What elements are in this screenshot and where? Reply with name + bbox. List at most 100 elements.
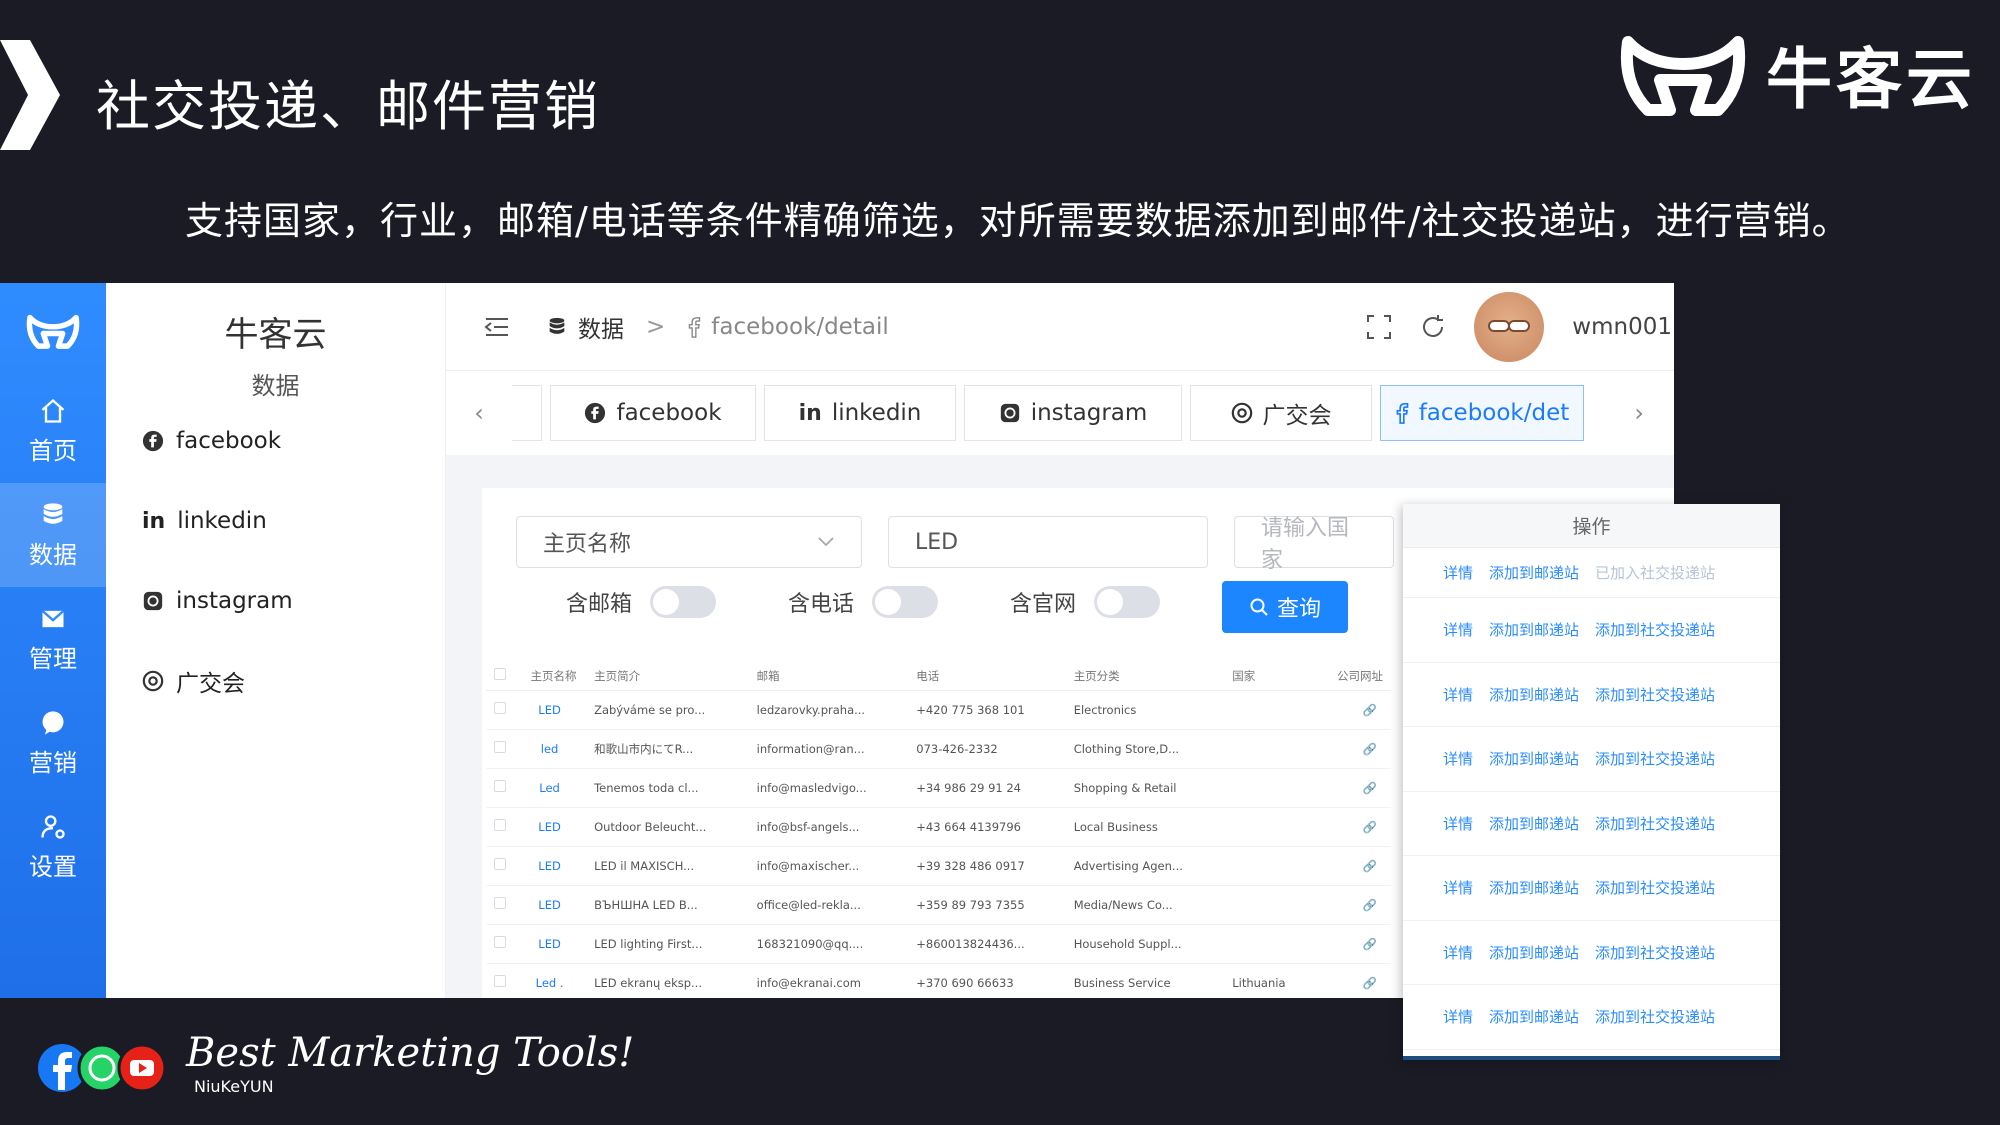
tab-instagram[interactable]: instagram xyxy=(964,385,1182,441)
website-link-icon[interactable]: 🔗 xyxy=(1307,924,1391,964)
side-menu: 牛客云 数据 facebook in linkedin instagram 广交… xyxy=(106,283,446,998)
row-checkbox[interactable] xyxy=(486,807,514,847)
operations-row: 详情 添加到邮递站 添加到社交投递站 xyxy=(1403,985,1780,1050)
website-link-icon[interactable]: 🔗 xyxy=(1307,885,1391,925)
rail-item-marketing[interactable]: 营销 xyxy=(0,691,106,795)
rail-item-settings[interactable]: 设置 xyxy=(0,795,106,899)
tab-blank[interactable] xyxy=(512,385,542,441)
add-to-social-link[interactable]: 添加到社交投递站 xyxy=(1595,877,1715,898)
tab-scroll-left-icon[interactable]: ‹ xyxy=(446,399,512,427)
side-item-linkedin[interactable]: in linkedin xyxy=(142,481,445,561)
table-row[interactable]: LED Zabýváme se pro... ledzarovky.praha...… xyxy=(486,690,1391,730)
search-icon xyxy=(1250,598,1268,616)
chat-icon xyxy=(42,710,64,735)
page-name-link[interactable]: Led . xyxy=(513,963,587,998)
page-name-link[interactable]: LED xyxy=(513,807,587,847)
website-link-icon[interactable]: 🔗 xyxy=(1307,807,1391,847)
facebook-f-icon xyxy=(1396,403,1409,424)
table-row[interactable]: Led . LED ekranų eksp... info@ekranai.com +… xyxy=(486,963,1391,998)
add-to-mail-link[interactable]: 添加到邮递站 xyxy=(1489,877,1579,898)
tab-canton-fair[interactable]: 广交会 xyxy=(1190,385,1372,441)
has-email-toggle[interactable] xyxy=(650,586,717,618)
fullscreen-icon[interactable] xyxy=(1366,314,1392,340)
row-checkbox[interactable] xyxy=(486,963,514,998)
website-link-icon[interactable]: 🔗 xyxy=(1307,768,1391,808)
country-input[interactable]: 请输入国家 xyxy=(1234,516,1394,573)
detail-link[interactable]: 详情 xyxy=(1443,877,1473,898)
operations-row: 详情 添加到邮递站 已加入社交投递站 xyxy=(1403,548,1780,598)
add-to-social-link[interactable]: 添加到社交投递站 xyxy=(1595,813,1715,834)
add-to-mail-link[interactable]: 添加到邮递站 xyxy=(1489,562,1579,583)
add-to-mail-link[interactable]: 添加到邮递站 xyxy=(1489,813,1579,834)
table-row[interactable]: LED Outdoor Beleucht... info@bsf-angels...… xyxy=(486,807,1391,847)
add-to-mail-link[interactable]: 添加到邮递站 xyxy=(1489,748,1579,769)
breadcrumb-data[interactable]: 数据 xyxy=(578,310,624,344)
detail-link[interactable]: 详情 xyxy=(1443,684,1473,705)
page-name-link[interactable]: LED xyxy=(513,885,587,925)
linkedin-icon: in xyxy=(798,400,822,426)
add-to-social-link[interactable]: 添加到社交投递站 xyxy=(1595,684,1715,705)
website-link-icon[interactable]: 🔗 xyxy=(1307,729,1391,769)
breadcrumb-separator: > xyxy=(646,313,666,340)
row-checkbox[interactable] xyxy=(486,885,514,925)
add-to-social-link[interactable]: 添加到社交投递站 xyxy=(1595,942,1715,963)
has-website-label: 含官网 xyxy=(1010,592,1077,617)
tab-linkedin[interactable]: in linkedin xyxy=(764,385,956,441)
side-item-canton-fair[interactable]: 广交会 xyxy=(142,641,445,721)
operations-row: 详情 添加到邮递站 添加到社交投递站 xyxy=(1403,792,1780,856)
page-name-link[interactable]: led xyxy=(513,729,587,769)
page-name-link[interactable]: LED xyxy=(513,846,587,886)
side-item-facebook[interactable]: facebook xyxy=(142,401,445,481)
has-website-toggle[interactable] xyxy=(1094,586,1161,618)
avatar[interactable] xyxy=(1474,292,1545,362)
rail-item-home[interactable]: 首页 xyxy=(0,379,106,483)
header-checkbox[interactable] xyxy=(486,662,514,691)
detail-link[interactable]: 详情 xyxy=(1443,1006,1473,1027)
keyword-input[interactable]: LED xyxy=(888,516,1208,568)
tab-scroll-right-icon[interactable]: › xyxy=(1634,399,1644,427)
website-link-icon[interactable]: 🔗 xyxy=(1307,690,1391,730)
page-name-link[interactable]: Led xyxy=(513,768,587,808)
add-to-social-link[interactable]: 添加到社交投递站 xyxy=(1595,1006,1715,1027)
table-cell xyxy=(1224,885,1308,925)
username[interactable]: wmn001 xyxy=(1572,314,1672,340)
table-row[interactable]: LED LED lighting First... 168321090@qq....… xyxy=(486,924,1391,964)
rail-logo[interactable] xyxy=(0,283,106,379)
detail-link[interactable]: 详情 xyxy=(1443,619,1473,640)
detail-link[interactable]: 详情 xyxy=(1443,562,1473,583)
rail-item-manage[interactable]: 管理 xyxy=(0,587,106,691)
page-name-link[interactable]: LED xyxy=(513,690,587,730)
page-name-link[interactable]: LED xyxy=(513,924,587,964)
rail-item-data[interactable]: 数据 xyxy=(0,483,106,587)
collapse-menu-icon[interactable] xyxy=(484,316,510,338)
add-to-mail-link[interactable]: 添加到邮递站 xyxy=(1489,942,1579,963)
add-to-social-link[interactable]: 添加到社交投递站 xyxy=(1595,748,1715,769)
tab-facebook[interactable]: facebook xyxy=(550,385,756,441)
refresh-icon[interactable] xyxy=(1420,314,1446,340)
tab-facebook-detail[interactable]: facebook/det xyxy=(1380,385,1584,441)
query-button[interactable]: 查询 xyxy=(1222,581,1348,633)
row-checkbox[interactable] xyxy=(486,768,514,808)
field-select[interactable]: 主页名称 xyxy=(516,516,862,568)
row-checkbox[interactable] xyxy=(486,729,514,769)
table-row[interactable]: LED LED il MAXISCH... info@maxischer... +39… xyxy=(486,846,1391,886)
row-checkbox[interactable] xyxy=(486,846,514,886)
has-phone-toggle[interactable] xyxy=(872,586,939,618)
add-to-mail-link[interactable]: 添加到邮递站 xyxy=(1489,684,1579,705)
table-row[interactable]: Led Tenemos toda cl... info@masledvigo... +… xyxy=(486,768,1391,808)
has-phone-label: 含电话 xyxy=(788,592,855,617)
detail-link[interactable]: 详情 xyxy=(1443,942,1473,963)
icon-rail: 首页 数据 管理 营销 设置 xyxy=(0,283,106,998)
website-link-icon[interactable]: 🔗 xyxy=(1307,963,1391,998)
row-checkbox[interactable] xyxy=(486,690,514,730)
detail-link[interactable]: 详情 xyxy=(1443,748,1473,769)
add-to-social-link[interactable]: 添加到社交投递站 xyxy=(1595,619,1715,640)
table-row[interactable]: LED ВЪНШНА LED B... office@led-rekla... +35… xyxy=(486,885,1391,925)
row-checkbox[interactable] xyxy=(486,924,514,964)
add-to-mail-link[interactable]: 添加到邮递站 xyxy=(1489,1006,1579,1027)
table-row[interactable]: led 和歌山市内にてR... information@ran... 073-426-… xyxy=(486,729,1391,769)
website-link-icon[interactable]: 🔗 xyxy=(1307,846,1391,886)
side-item-instagram[interactable]: instagram xyxy=(142,561,445,641)
add-to-mail-link[interactable]: 添加到邮递站 xyxy=(1489,619,1579,640)
detail-link[interactable]: 详情 xyxy=(1443,813,1473,834)
